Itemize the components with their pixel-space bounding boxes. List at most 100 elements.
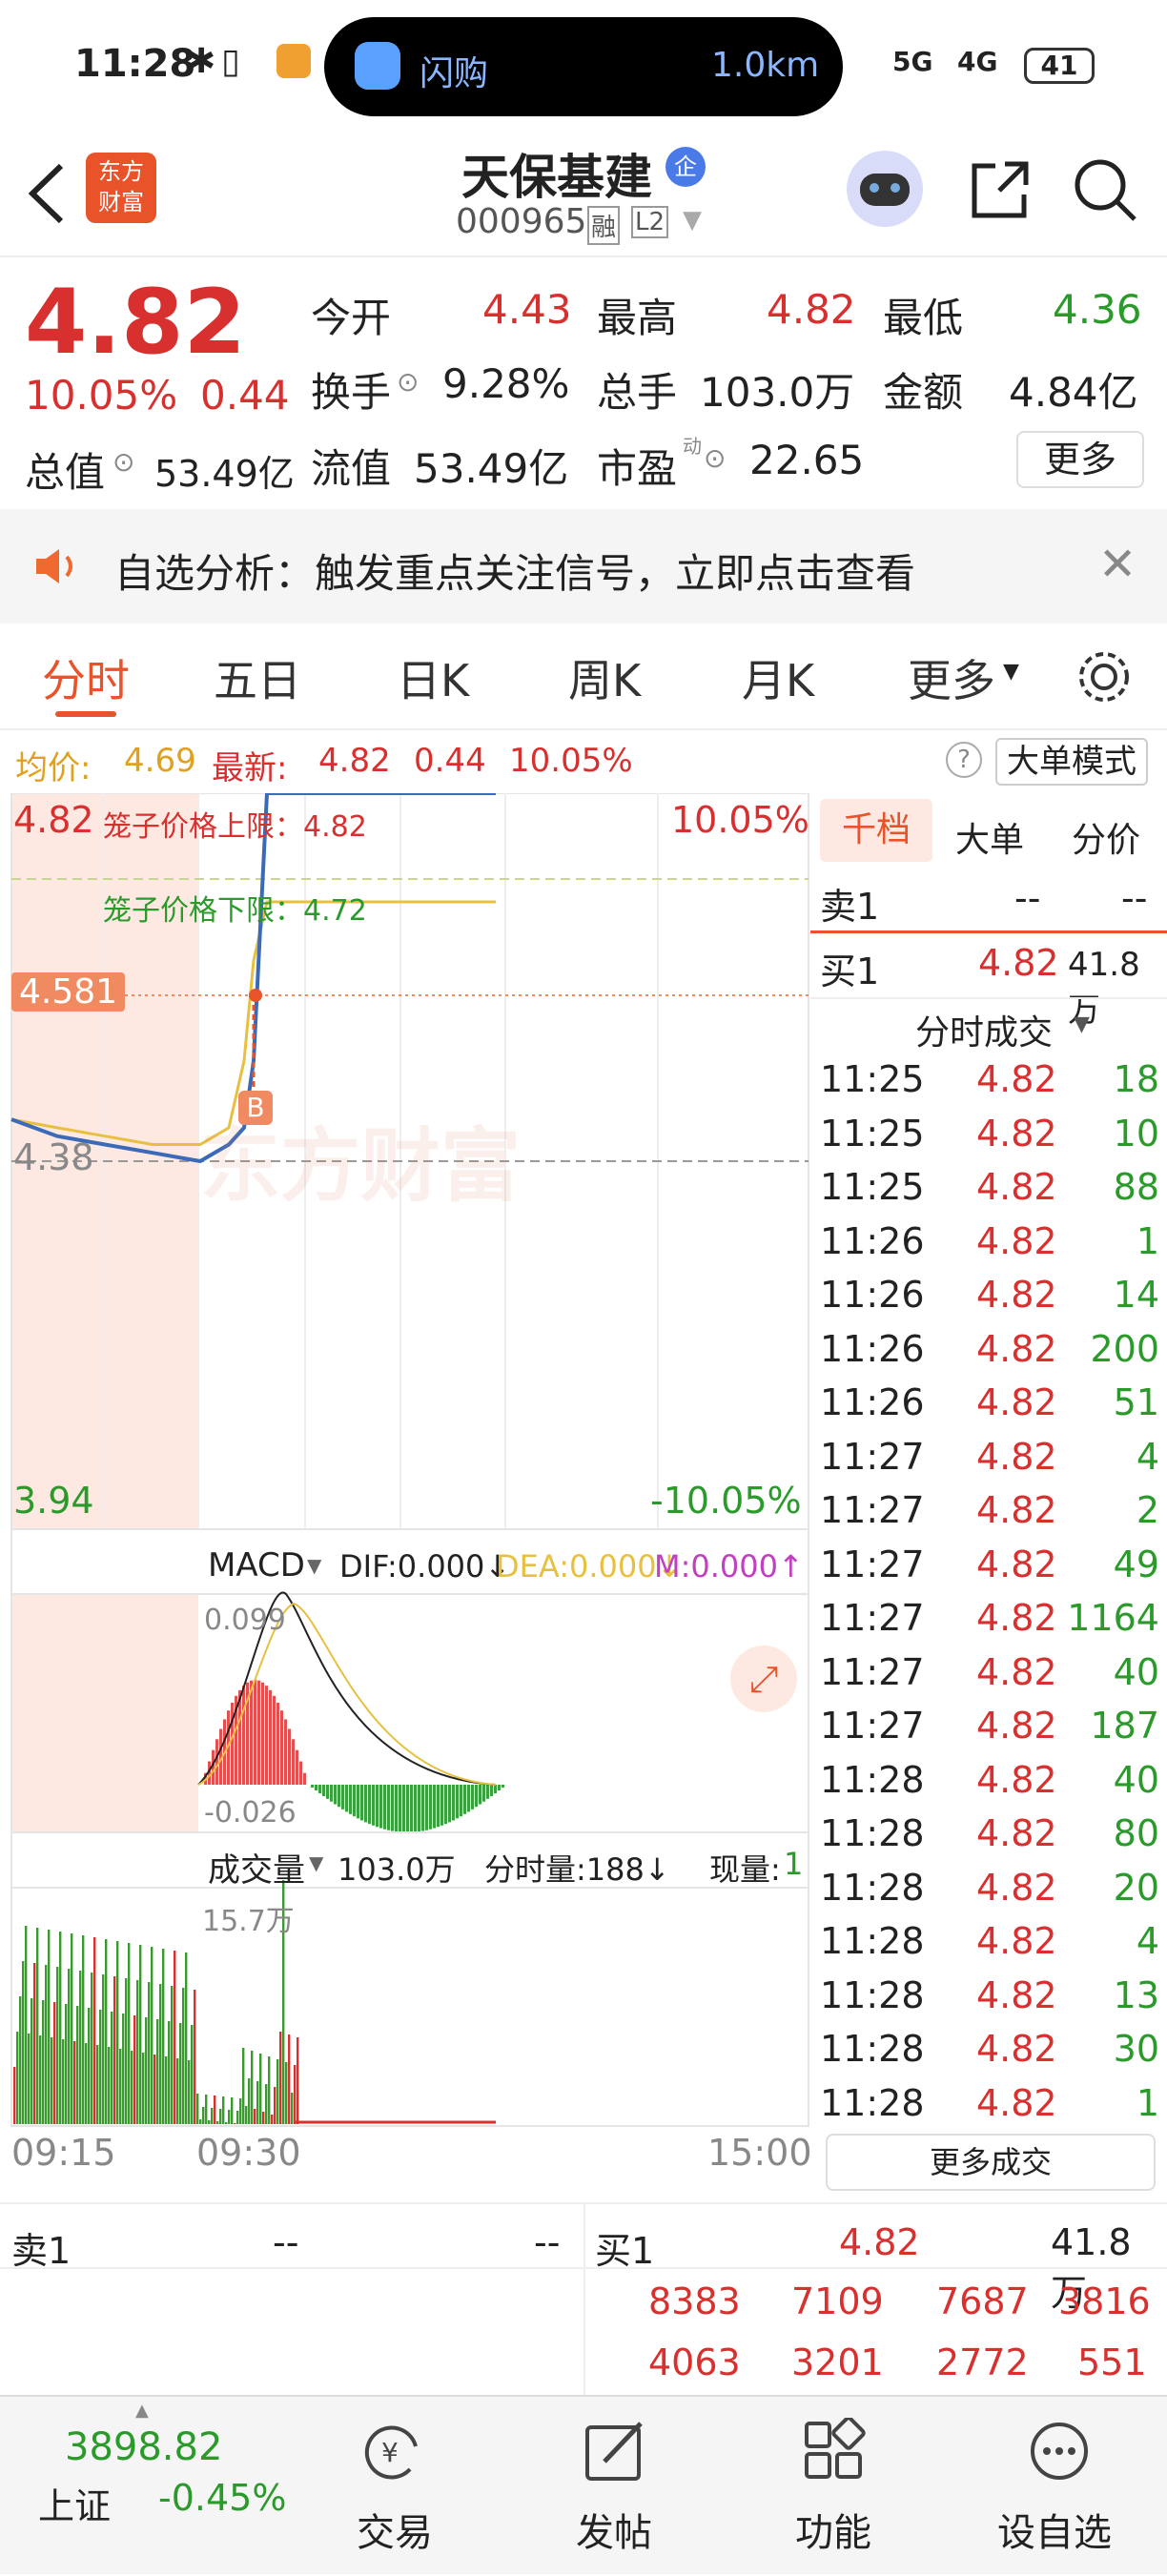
tab-daily-k[interactable]: 日K (397, 646, 469, 709)
macd-bar (460, 1785, 462, 1817)
volume-bar (219, 2109, 222, 2124)
signal-4g-icon: 4G (957, 46, 998, 77)
volume-bar (99, 2010, 102, 2124)
tab-big-orders[interactable]: 大单 (955, 812, 1024, 862)
change-percent: 10.05% (25, 372, 178, 419)
trade-row: 11:27 4.82 49 (820, 1544, 1163, 1598)
volume-bar (214, 2096, 216, 2124)
trade-time: 11:27 (820, 1435, 925, 1478)
close-icon[interactable]: ✕ (1098, 538, 1136, 591)
macd-bar (318, 1785, 321, 1794)
macd-bar (467, 1785, 470, 1812)
volume-bar (262, 2112, 265, 2124)
macd-bar (288, 1728, 291, 1785)
macd-bar (498, 1785, 501, 1791)
dynamic-island[interactable]: 闪购 1.0km (324, 17, 843, 116)
more-trades-button[interactable]: 更多成交 (826, 2134, 1156, 2191)
volume-selector[interactable]: 成交量 (208, 1844, 305, 1891)
volume-bar (131, 2051, 133, 2124)
volume-bar (22, 1961, 25, 2124)
watermark: 东方财富 (200, 1119, 522, 1213)
latest-value: 4.82 (318, 742, 391, 780)
volume-bar (208, 2120, 211, 2124)
trade-price: 4.82 (976, 2028, 1057, 2070)
trades-list: 11:25 4.82 18 11:25 4.82 10 11:25 4.82 88 11:26 4.… (810, 1058, 1167, 2136)
settings-icon[interactable] (1075, 648, 1133, 705)
share-icon[interactable] (967, 156, 1034, 223)
price-summary-row: 均价: 4.69 最新: 4.82 0.44 10.05% ? 大单模式 (0, 730, 1167, 793)
chevron-down-icon[interactable]: ▼ (683, 206, 702, 235)
intraday-chart[interactable]: 4.82 笼子价格上限：4.82 10.05% 笼子价格下限：4.72 4.58… (0, 793, 812, 2174)
queue-order: 8383 (648, 2280, 741, 2322)
volume-max-label: 15.7万 (202, 1905, 295, 1938)
macd-bar (311, 1785, 314, 1789)
macd-bar (421, 1785, 424, 1831)
post-button[interactable]: 发帖 (563, 2397, 667, 2576)
volume-bar (19, 1996, 22, 2124)
back-icon[interactable] (25, 160, 67, 227)
trades-title[interactable]: 分时成交 (915, 1005, 1053, 1054)
macd-bar (257, 1680, 260, 1785)
macd-bar (349, 1785, 352, 1814)
trade-row: 11:26 4.82 14 (820, 1274, 1163, 1328)
high-label: 最高 (597, 295, 678, 341)
grid-icon (805, 2418, 866, 2479)
macd-bar (345, 1785, 348, 1812)
tab-intraday[interactable]: 分时 (42, 646, 130, 709)
notice-bar[interactable]: 自选分析：触发重点关注信号，立即点击查看 ✕ (0, 509, 1167, 624)
low-value: 4.36 (1053, 286, 1142, 333)
info-icon[interactable]: ⊙ (704, 442, 726, 474)
macd-bar (490, 1785, 493, 1796)
macd-bar (406, 1785, 409, 1832)
volume-bar (254, 2109, 256, 2124)
search-icon[interactable] (1070, 154, 1138, 223)
volume-bar (259, 2054, 262, 2124)
trade-time: 11:28 (820, 1920, 925, 1962)
macd-bar (479, 1785, 481, 1805)
macd-bar (475, 1785, 478, 1808)
volume-bar (142, 2053, 145, 2124)
trade-row: 11:28 4.82 30 (820, 2028, 1163, 2082)
expand-icon[interactable]: ⤢ (730, 1646, 797, 1712)
volume-bar (222, 2096, 225, 2124)
big-order-mode-button[interactable]: 大单模式 (995, 738, 1148, 786)
tab-weekly-k[interactable]: 周K (568, 646, 641, 709)
macd-selector[interactable]: MACD (208, 1546, 305, 1584)
tab-monthly-k[interactable]: 月K (742, 646, 814, 709)
trade-volume: 40 (1113, 1758, 1159, 1801)
help-icon[interactable]: ? (946, 742, 982, 778)
more-button[interactable]: 更多 (1016, 431, 1144, 488)
trade-row: 11:25 4.82 88 (820, 1166, 1163, 1220)
tab-five-day[interactable]: 五日 (214, 646, 301, 709)
macd-bar (296, 1749, 298, 1785)
volume-bar (151, 1947, 154, 2124)
amount-value: 4.84亿 (1009, 369, 1138, 416)
info-icon[interactable]: ⊙ (397, 366, 419, 398)
macd-bottom-label: -0.026 (204, 1796, 297, 1830)
sell1-label: 卖1 (820, 886, 880, 928)
volume-bar (113, 1976, 116, 2124)
add-watchlist-button[interactable]: 设自选 (992, 2397, 1135, 2576)
trade-button[interactable]: ¥ 交易 (343, 2397, 448, 2576)
volume-label: 总手 (597, 369, 678, 416)
tab-price-distribution[interactable]: 分价 (1072, 812, 1140, 862)
macd-bar (414, 1785, 417, 1832)
trade-volume: 40 (1113, 1650, 1159, 1693)
info-icon[interactable]: ⊙ (113, 446, 134, 478)
macd-bar (425, 1785, 428, 1830)
ai-assistant-icon[interactable] (847, 151, 923, 227)
bottom-toolbar: ▲ 3898.82 上证 -0.45% ¥ 交易 发帖 功能 设自选 (0, 2395, 1167, 2574)
trade-price: 4.82 (976, 1705, 1057, 1747)
tab-thousand-levels[interactable]: 千档 (820, 799, 932, 862)
volume-bar (228, 2110, 231, 2124)
function-button[interactable]: 功能 (782, 2397, 887, 2576)
turnover-label: 换手 (311, 369, 392, 416)
index-widget[interactable]: ▲ 3898.82 上证 -0.45% (0, 2397, 286, 2576)
volume-bar (125, 1978, 128, 2124)
tab-more[interactable]: 更多 (908, 646, 995, 709)
volume-bar (36, 1928, 39, 2124)
trade-row: 11:27 4.82 2 (820, 1489, 1163, 1544)
volume-bar (56, 1967, 59, 2124)
volume-bar (65, 2004, 68, 2124)
trade-row: 11:27 4.82 40 (820, 1651, 1163, 1706)
